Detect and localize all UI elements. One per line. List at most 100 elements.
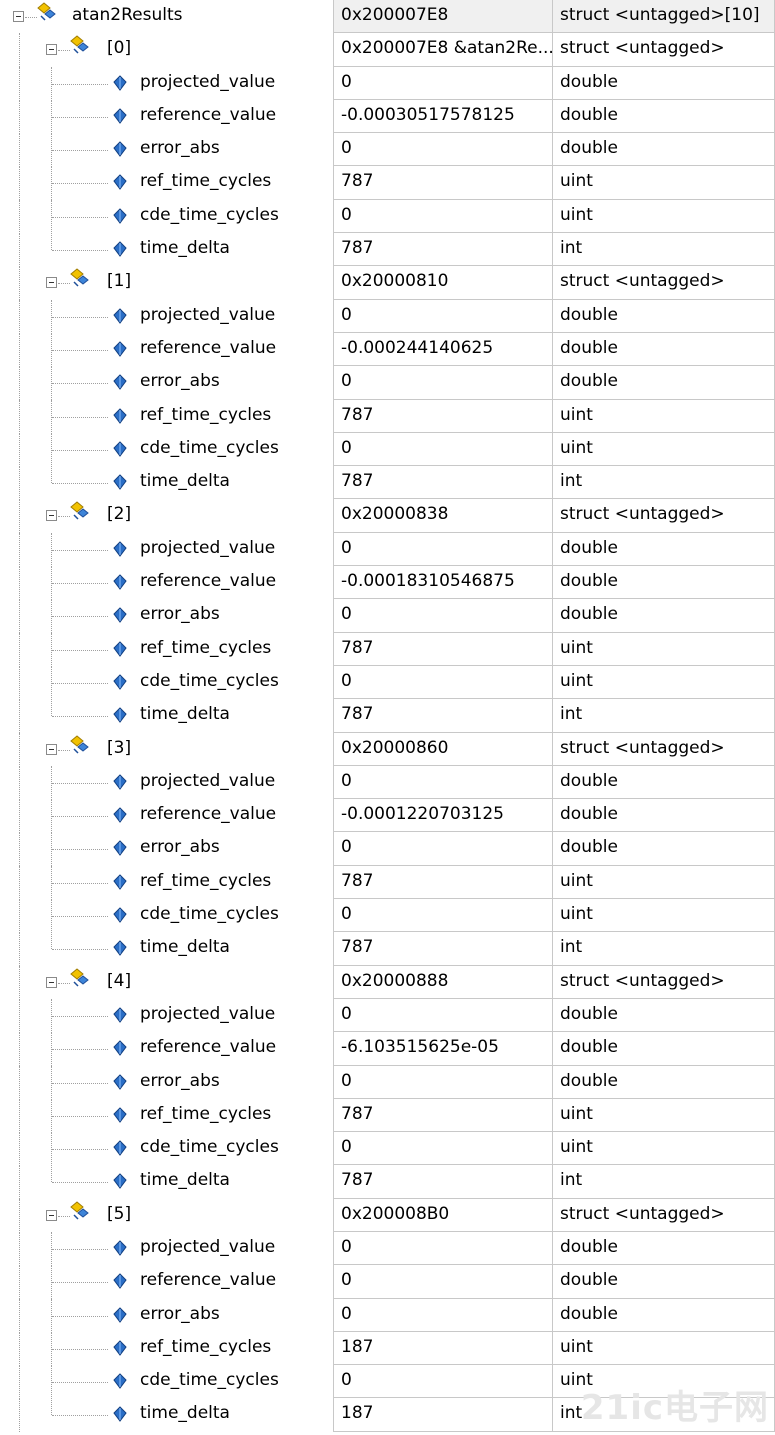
field-icon bbox=[113, 1406, 127, 1423]
field-row[interactable]: reference_value -6.103515625e-05 double bbox=[0, 1032, 775, 1067]
field-type: int bbox=[560, 937, 583, 958]
tree-connector bbox=[19, 1265, 20, 1300]
field-value: 0 bbox=[341, 1003, 352, 1024]
tree-connector bbox=[19, 1398, 20, 1433]
collapse-icon[interactable] bbox=[13, 11, 24, 22]
tree-connector bbox=[19, 166, 20, 201]
value-cell: -0.00030517578125 bbox=[333, 99, 552, 134]
collapse-icon[interactable] bbox=[46, 277, 57, 289]
field-row[interactable]: reference_value 0 double bbox=[0, 1265, 775, 1300]
type-cell: uint bbox=[552, 1098, 775, 1133]
field-row[interactable]: error_abs 0 double bbox=[0, 1065, 775, 1100]
field-row[interactable]: projected_value 0 double bbox=[0, 299, 775, 334]
item-value: 0x200007E8 &atan2Re... bbox=[341, 38, 554, 59]
name-cell: error_abs bbox=[0, 599, 333, 634]
field-row[interactable]: reference_value -0.00018310546875 double bbox=[0, 566, 775, 601]
type-cell: uint bbox=[552, 1331, 775, 1366]
type-cell: uint bbox=[552, 432, 775, 467]
collapse-icon[interactable] bbox=[46, 510, 57, 522]
name-cell: time_delta bbox=[0, 1165, 333, 1200]
field-row[interactable]: error_abs 0 double bbox=[0, 832, 775, 867]
name-cell: time_delta bbox=[0, 932, 333, 967]
field-row[interactable]: reference_value -0.000244140625 double bbox=[0, 332, 775, 367]
array-item-row[interactable]: [0] 0x200007E8 &atan2Re... struct <untag… bbox=[0, 33, 775, 68]
array-item-row[interactable]: [3] 0x20000860 struct <untagged> bbox=[0, 732, 775, 767]
name-cell: projected_value bbox=[0, 532, 333, 567]
field-row[interactable]: cde_time_cycles 0 uint bbox=[0, 1132, 775, 1167]
type-cell: double bbox=[552, 1298, 775, 1332]
field-row[interactable]: time_delta 787 int bbox=[0, 233, 775, 268]
field-row[interactable]: error_abs 0 double bbox=[0, 1298, 775, 1333]
field-name: reference_value bbox=[140, 571, 277, 592]
item-type: struct <untagged> bbox=[560, 38, 725, 59]
field-row[interactable]: ref_time_cycles 187 uint bbox=[0, 1331, 775, 1366]
collapse-icon[interactable] bbox=[46, 1209, 57, 1221]
field-row[interactable]: time_delta 787 int bbox=[0, 932, 775, 967]
field-row[interactable]: reference_value -0.0001220703125 double bbox=[0, 799, 775, 834]
array-item-row[interactable]: [4] 0x20000888 struct <untagged> bbox=[0, 965, 775, 1000]
field-row[interactable]: cde_time_cycles 0 uint bbox=[0, 199, 775, 234]
field-value: -0.0001220703125 bbox=[341, 804, 504, 825]
field-value: -6.103515625e-05 bbox=[341, 1037, 499, 1058]
name-cell: time_delta bbox=[0, 699, 333, 734]
array-item-row[interactable]: [2] 0x20000838 struct <untagged> bbox=[0, 499, 775, 534]
field-row[interactable]: time_delta 787 int bbox=[0, 1165, 775, 1200]
tree-connector bbox=[52, 1248, 108, 1250]
root-row[interactable]: atan2Results 0x200007E8 struct <untagged… bbox=[0, 0, 775, 34]
field-row[interactable]: ref_time_cycles 787 uint bbox=[0, 1098, 775, 1133]
field-type: double bbox=[560, 104, 618, 125]
field-row[interactable]: ref_time_cycles 787 uint bbox=[0, 399, 775, 434]
field-name: ref_time_cycles bbox=[140, 1336, 272, 1357]
tree-connector bbox=[51, 699, 52, 717]
name-cell: error_abs bbox=[0, 832, 333, 867]
value-cell: -0.0001220703125 bbox=[333, 799, 552, 833]
field-icon bbox=[113, 374, 127, 391]
field-row[interactable]: cde_time_cycles 0 uint bbox=[0, 665, 775, 700]
value-cell: -0.000244140625 bbox=[333, 332, 552, 367]
field-row[interactable]: ref_time_cycles 787 uint bbox=[0, 865, 775, 900]
field-row[interactable]: error_abs 0 double bbox=[0, 133, 775, 168]
field-row[interactable]: projected_value 0 double bbox=[0, 1231, 775, 1266]
field-name: time_delta bbox=[140, 1170, 230, 1191]
name-cell: [5] bbox=[0, 1198, 333, 1233]
tree-connector bbox=[19, 665, 20, 700]
field-type: double bbox=[560, 1070, 618, 1091]
field-name: error_abs bbox=[140, 371, 220, 392]
field-icon bbox=[113, 607, 127, 624]
value-cell: 187 bbox=[333, 1398, 552, 1432]
field-icon bbox=[113, 674, 127, 690]
field-row[interactable]: error_abs 0 double bbox=[0, 366, 775, 401]
field-row[interactable]: projected_value 0 double bbox=[0, 998, 775, 1033]
field-row[interactable]: ref_time_cycles 787 uint bbox=[0, 632, 775, 667]
field-value: 787 bbox=[341, 471, 374, 492]
array-item-row[interactable]: [1] 0x20000810 struct <untagged> bbox=[0, 266, 775, 301]
collapse-icon[interactable] bbox=[46, 743, 57, 755]
value-cell: 0 bbox=[333, 1365, 552, 1399]
field-row[interactable]: projected_value 0 double bbox=[0, 532, 775, 567]
field-name: cde_time_cycles bbox=[140, 1137, 279, 1158]
collapse-icon[interactable] bbox=[46, 44, 57, 56]
name-cell: error_abs bbox=[0, 133, 333, 168]
array-item-row[interactable]: [5] 0x200008B0 struct <untagged> bbox=[0, 1198, 775, 1233]
field-value: -0.00030517578125 bbox=[341, 104, 515, 125]
field-icon bbox=[113, 1107, 127, 1123]
field-row[interactable]: projected_value 0 double bbox=[0, 765, 775, 800]
field-type: double bbox=[560, 837, 618, 858]
tree-connector bbox=[19, 266, 20, 301]
field-row[interactable]: time_delta 787 int bbox=[0, 466, 775, 501]
field-row[interactable]: projected_value 0 double bbox=[0, 66, 775, 101]
field-row[interactable]: cde_time_cycles 0 uint bbox=[0, 432, 775, 467]
field-name: cde_time_cycles bbox=[140, 904, 279, 925]
tree-connector bbox=[52, 1382, 108, 1384]
tree-connector bbox=[19, 932, 20, 967]
field-icon bbox=[113, 1373, 127, 1390]
field-row[interactable]: time_delta 787 int bbox=[0, 699, 775, 734]
field-row[interactable]: reference_value -0.00030517578125 double bbox=[0, 99, 775, 134]
field-row[interactable]: error_abs 0 double bbox=[0, 599, 775, 634]
value-cell: 787 bbox=[333, 166, 552, 200]
field-row[interactable]: ref_time_cycles 787 uint bbox=[0, 166, 775, 201]
field-row[interactable]: cde_time_cycles 0 uint bbox=[0, 899, 775, 934]
collapse-icon[interactable] bbox=[46, 976, 57, 988]
struct-icon bbox=[70, 734, 89, 754]
field-value: 0 bbox=[341, 437, 352, 458]
